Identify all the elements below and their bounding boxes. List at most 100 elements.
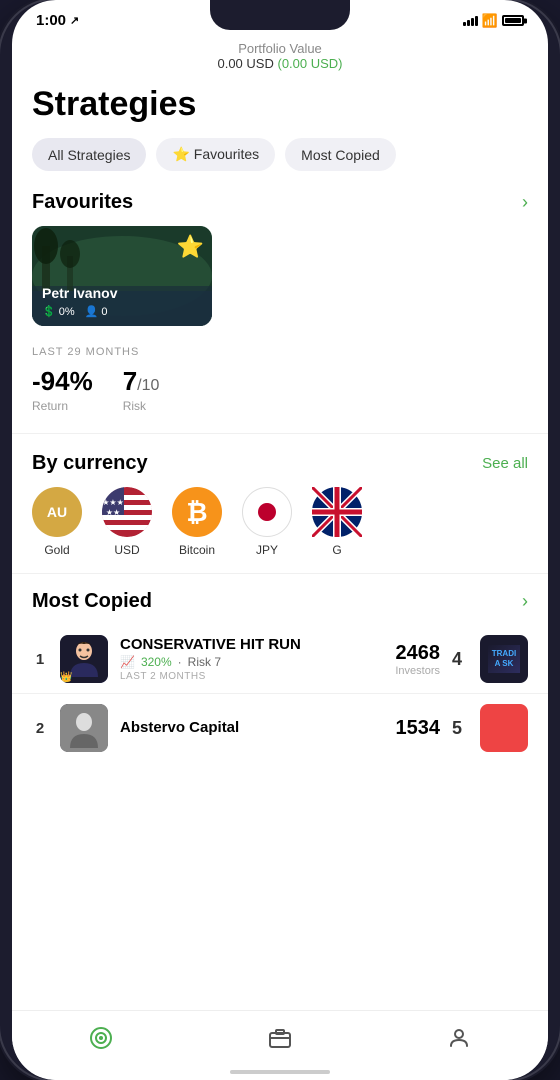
currency-item-jpy[interactable]: JPY xyxy=(242,487,292,557)
btc-icon: ₿ xyxy=(172,487,222,537)
trader-1-info: CONSERVATIVE HIT RUN 📈 320% · Risk 7 LAS… xyxy=(120,636,383,682)
notch xyxy=(210,0,350,30)
battery-icon xyxy=(502,15,524,26)
gbp-icon xyxy=(312,487,362,537)
gbp-label: G xyxy=(332,543,341,557)
favourite-card-petr[interactable]: ⭐ Petr Ivanov 💲 0% 👤 0 xyxy=(32,226,212,326)
risk-label: Risk xyxy=(123,399,160,413)
trader-1-risk: Risk 7 xyxy=(188,655,221,669)
card-content: Petr Ivanov 💲 0% 👤 0 xyxy=(32,277,212,326)
portfolio-nav-icon xyxy=(268,1026,292,1056)
trader-1-name: CONSERVATIVE HIT RUN xyxy=(120,636,383,653)
scroll-content[interactable]: Portfolio Value 0.00 USD (0.00 USD) Stra… xyxy=(12,33,548,1057)
status-time: 1:00 xyxy=(36,12,66,29)
most-copied-item-1[interactable]: 1 xyxy=(12,625,548,693)
jpy-icon xyxy=(242,487,292,537)
dot-separator: · xyxy=(178,655,182,669)
most-copied-header: Most Copied › xyxy=(12,586,548,625)
usd-icon: ★★★ ★★ xyxy=(102,487,152,537)
trader-1-image: 👑 xyxy=(60,635,108,683)
trader-1-investors: 2468 Investors xyxy=(395,642,440,677)
months-label: LAST 29 MONTHS xyxy=(12,342,548,362)
portfolio-label: Portfolio Value xyxy=(12,41,548,56)
bottom-nav xyxy=(12,1010,548,1080)
position-1: 4 xyxy=(452,649,468,670)
rank-1: 1 xyxy=(32,651,48,668)
trader-2-info: Abstervo Capital xyxy=(120,719,384,738)
signal-bars-icon xyxy=(463,16,478,26)
nav-item-profile[interactable] xyxy=(447,1026,471,1056)
card-star-icon[interactable]: ⭐ xyxy=(177,234,204,260)
investors-label-1: Investors xyxy=(395,665,440,677)
card-trader-name: Petr Ivanov xyxy=(42,285,202,301)
return-stat: -94% Return xyxy=(32,366,93,413)
thumbnail-1: TRADIA SK xyxy=(480,635,528,683)
tab-most-copied[interactable]: Most Copied xyxy=(285,138,396,171)
tab-favourites[interactable]: ⭐ Favourites xyxy=(156,138,275,171)
trader-2-name: Abstervo Capital xyxy=(120,719,384,736)
home-indicator xyxy=(230,1070,330,1074)
thumbnail-2 xyxy=(480,704,528,752)
status-icons: 📶 xyxy=(463,13,524,29)
gold-label: Gold xyxy=(44,543,69,557)
btc-label: Bitcoin xyxy=(179,543,215,557)
return-value: -94% xyxy=(32,366,93,397)
favourites-scroll[interactable]: ⭐ Petr Ivanov 💲 0% 👤 0 xyxy=(12,226,548,342)
currency-item-gold[interactable]: AU Gold xyxy=(32,487,82,557)
usd-label: USD xyxy=(114,543,139,557)
tab-all-strategies[interactable]: All Strategies xyxy=(32,138,146,171)
filter-tabs: All Strategies ⭐ Favourites Most Copied xyxy=(12,138,548,187)
investors-count-1: 2468 xyxy=(395,642,440,665)
trader-1-months: LAST 2 MONTHS xyxy=(120,671,383,682)
svg-text:★★: ★★ xyxy=(106,508,120,517)
card-followers-stat: 👤 0 xyxy=(85,305,108,318)
position-2: 5 xyxy=(452,718,468,739)
phone-frame: 1:00 ↗ 📶 Portfolio Value xyxy=(0,0,560,1080)
profile-nav-icon xyxy=(447,1026,471,1056)
see-all-link[interactable]: See all xyxy=(482,455,528,472)
portfolio-header: Portfolio Value 0.00 USD (0.00 USD) xyxy=(12,33,548,75)
crown-icon: 👑 xyxy=(60,672,72,683)
svg-text:★★★: ★★★ xyxy=(102,498,124,507)
risk-stat: 7/10 Risk xyxy=(123,366,160,413)
return-label: Return xyxy=(32,399,93,413)
most-copied-section: Most Copied › 1 xyxy=(12,574,548,762)
gold-icon: AU xyxy=(32,487,82,537)
currency-section-header: By currency See all xyxy=(12,448,548,487)
trader-1-sub: 📈 320% · Risk 7 xyxy=(120,655,383,669)
investors-count-2: 1534 xyxy=(396,717,441,740)
favourites-chevron-icon[interactable]: › xyxy=(522,192,528,213)
dollar-icon: 💲 xyxy=(42,305,56,318)
currency-item-usd[interactable]: ★★★ ★★ USD xyxy=(102,487,152,557)
trend-icon: 📈 xyxy=(120,655,135,669)
favourites-section-header: Favourites › xyxy=(12,187,548,226)
location-icon: ↗ xyxy=(70,14,79,27)
favourites-title: Favourites xyxy=(32,191,133,214)
phone-screen: 1:00 ↗ 📶 Portfolio Value xyxy=(12,0,548,1080)
trader-2-avatar xyxy=(60,704,108,752)
jpy-label: JPY xyxy=(256,543,278,557)
nav-item-strategies[interactable] xyxy=(89,1026,113,1056)
card-return-stat: 💲 0% xyxy=(42,305,75,318)
portfolio-change: (0.00 USD) xyxy=(277,56,342,71)
person-icon: 👤 xyxy=(85,305,99,318)
strategies-nav-icon xyxy=(89,1026,113,1056)
currency-item-btc[interactable]: ₿ Bitcoin xyxy=(172,487,222,557)
trader-1-return: 320% xyxy=(141,655,172,669)
trading-thumbnail-icon: TRADIA SK xyxy=(488,645,520,674)
trader-2-image xyxy=(60,704,108,752)
nav-item-portfolio[interactable] xyxy=(268,1026,292,1056)
currency-item-gbp[interactable]: G xyxy=(312,487,362,557)
wifi-icon: 📶 xyxy=(482,13,498,29)
card-stats: 💲 0% 👤 0 xyxy=(42,305,202,318)
most-copied-title: Most Copied xyxy=(32,590,152,613)
most-copied-chevron-icon[interactable]: › xyxy=(522,591,528,612)
portfolio-value: 0.00 USD (0.00 USD) xyxy=(12,56,548,71)
risk-value: 7/10 xyxy=(123,366,160,397)
most-copied-item-2[interactable]: 2 Abstervo Capital xyxy=(12,694,548,762)
rank-2: 2 xyxy=(32,720,48,737)
perf-stats: -94% Return 7/10 Risk xyxy=(12,362,548,433)
page-title: Strategies xyxy=(12,75,548,138)
currency-title: By currency xyxy=(32,452,148,475)
currency-scroll[interactable]: AU Gold ★ xyxy=(12,487,548,573)
